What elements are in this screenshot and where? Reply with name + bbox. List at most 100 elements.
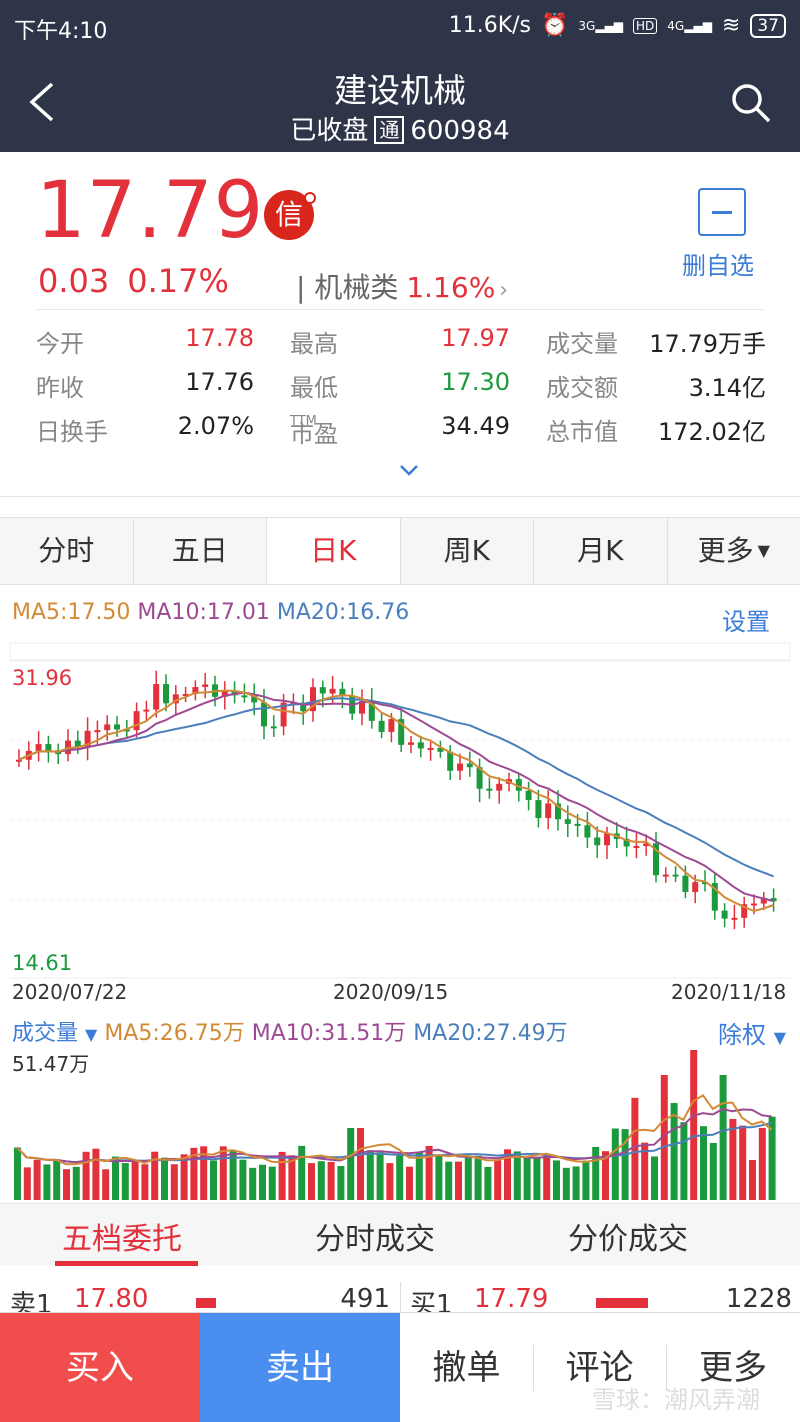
candle-body <box>261 702 267 727</box>
stat-label: 成交额 <box>546 374 618 402</box>
order-book-row: 卖1 17.80 491 买1 17.79 1228 <box>0 1282 800 1314</box>
date-mid-label: 2020/09/15 <box>333 980 448 1004</box>
order-tabs: 五档委托 分时成交 分价成交 <box>0 1203 800 1266</box>
candle-body <box>594 837 601 846</box>
tab-more[interactable]: 更多 ▼ <box>668 518 800 584</box>
settings-button[interactable]: 设置 <box>722 602 770 637</box>
candle-body <box>133 711 140 731</box>
candle-body <box>525 790 532 801</box>
volume-bar <box>102 1169 110 1200</box>
candle-body <box>35 744 42 751</box>
tab-weekly-k[interactable]: 周K <box>401 518 534 584</box>
buy-button[interactable]: 买入 <box>0 1313 200 1422</box>
ask-label: 卖1 <box>10 1290 53 1314</box>
signal-3g-icon: 3G▂▄▆ <box>578 18 624 33</box>
volume-bar <box>562 1167 570 1200</box>
volume-bar <box>23 1167 31 1200</box>
sector-link[interactable]: | 机械类 1.16% › <box>296 266 508 306</box>
tab-order-book[interactable]: 五档委托 <box>62 1214 182 1258</box>
volume-bar <box>572 1166 580 1200</box>
candle-body <box>16 759 22 762</box>
xin-badge-icon[interactable]: 信 <box>264 190 316 240</box>
candle-body <box>114 724 120 730</box>
volume-bar <box>386 1163 394 1200</box>
remove-watchlist-label[interactable]: 删自选 <box>682 246 754 281</box>
volume-bar <box>112 1156 119 1200</box>
period-tabs: 分时 五日 日K 周K 月K 更多 ▼ <box>0 517 800 585</box>
candle-body <box>751 903 757 906</box>
tab-tick-trades[interactable]: 分时成交 <box>315 1214 435 1258</box>
volume-bar <box>308 1163 315 1200</box>
volume-bar <box>543 1154 551 1200</box>
stats-row: 今开 17.78 最高 17.97 成交量 17.79万手 <box>36 322 766 366</box>
candle-body <box>731 917 738 920</box>
bid-label: 买1 <box>410 1290 453 1314</box>
current-price: 17.79 <box>36 166 265 256</box>
tab-monthly-k[interactable]: 月K <box>534 518 668 584</box>
stat-label: 总市值 <box>546 418 618 446</box>
remove-watchlist-button[interactable] <box>698 188 746 236</box>
bid-price: 17.79 <box>474 1284 549 1314</box>
candlestick-chart[interactable]: 31.96 14.61 2020/07/22 2020/09/15 2020/1… <box>0 640 800 1010</box>
volume-bar <box>719 1075 727 1200</box>
ask-volume-bar <box>196 1298 216 1308</box>
volume-bar <box>327 1161 335 1200</box>
volume-bar <box>161 1157 168 1200</box>
status-bar: 下午4:10 11.6K/s ⏰ 3G▂▄▆ HD 4G▂▄▆ ≋ 37 <box>0 0 800 52</box>
ask-price: 17.80 <box>74 1284 149 1314</box>
volume-bar <box>43 1164 51 1200</box>
price-change: 0.03 0.17% <box>38 262 247 300</box>
stat-label: 日换手 <box>36 418 108 446</box>
stat-value: 17.79万手 <box>649 330 766 358</box>
connect-badge: 通 <box>374 116 405 144</box>
volume-chart[interactable] <box>0 1040 800 1202</box>
search-icon[interactable] <box>730 82 772 124</box>
stat-label: 昨收 <box>36 374 84 402</box>
candle-body <box>408 742 414 745</box>
volume-bar <box>396 1155 404 1200</box>
cancel-order-button[interactable]: 撤单 <box>400 1313 533 1422</box>
stat-value: 3.14亿 <box>688 374 766 402</box>
stats-grid: 今开 17.78 最高 17.97 成交量 17.79万手 昨收 17.76 最… <box>36 322 766 454</box>
volume-bar <box>435 1154 443 1200</box>
ma-legend: MA5:17.50 MA10:17.01 MA20:16.76 <box>12 600 409 625</box>
candle-body <box>319 687 326 694</box>
volume-bar <box>82 1151 90 1200</box>
candle-body <box>466 763 473 768</box>
stat-value: 34.49 <box>441 412 510 440</box>
alarm-icon: ⏰ <box>541 13 569 38</box>
volume-bar <box>455 1161 462 1200</box>
tab-five-day[interactable]: 五日 <box>134 518 267 584</box>
volume-bar <box>690 1050 698 1200</box>
stats-row: 昨收 17.76 最低 17.30 成交额 3.14亿 <box>36 366 766 410</box>
stat-value: 172.02亿 <box>658 418 766 446</box>
chevron-down-icon[interactable] <box>399 464 419 476</box>
date-end-label: 2020/11/18 <box>671 980 786 1004</box>
candle-body <box>584 825 591 838</box>
bid-volume: 1228 <box>725 1284 792 1314</box>
network-speed: 11.6K/s <box>448 13 531 38</box>
volume-bar <box>582 1160 590 1200</box>
candle-body <box>662 874 669 877</box>
tab-price-volume[interactable]: 分价成交 <box>568 1214 688 1258</box>
volume-bar <box>611 1128 619 1200</box>
tab-daily-k[interactable]: 日K <box>267 518 401 584</box>
volume-bar <box>14 1147 21 1200</box>
volume-bar <box>700 1126 707 1200</box>
candle-body <box>45 744 52 751</box>
volume-bar <box>592 1146 600 1200</box>
candle-body <box>564 819 571 824</box>
candle-body <box>682 875 689 892</box>
volume-bar <box>180 1154 188 1200</box>
hd-icon: HD <box>633 17 658 34</box>
change-percent: 0.17% <box>127 262 229 300</box>
volume-bar <box>494 1160 502 1200</box>
tab-intraday[interactable]: 分时 <box>0 518 134 584</box>
chart-high-label: 31.96 <box>12 666 72 690</box>
volume-bar <box>729 1118 737 1200</box>
quote-panel: 17.79 信 0.03 0.17% | 机械类 1.16% › 删自选 今开 17.… <box>0 152 800 497</box>
volume-bar <box>210 1160 217 1200</box>
candle-body <box>94 730 101 733</box>
sell-button[interactable]: 卖出 <box>200 1313 400 1422</box>
stock-subtitle: 已收盘通 600984 <box>0 110 800 147</box>
